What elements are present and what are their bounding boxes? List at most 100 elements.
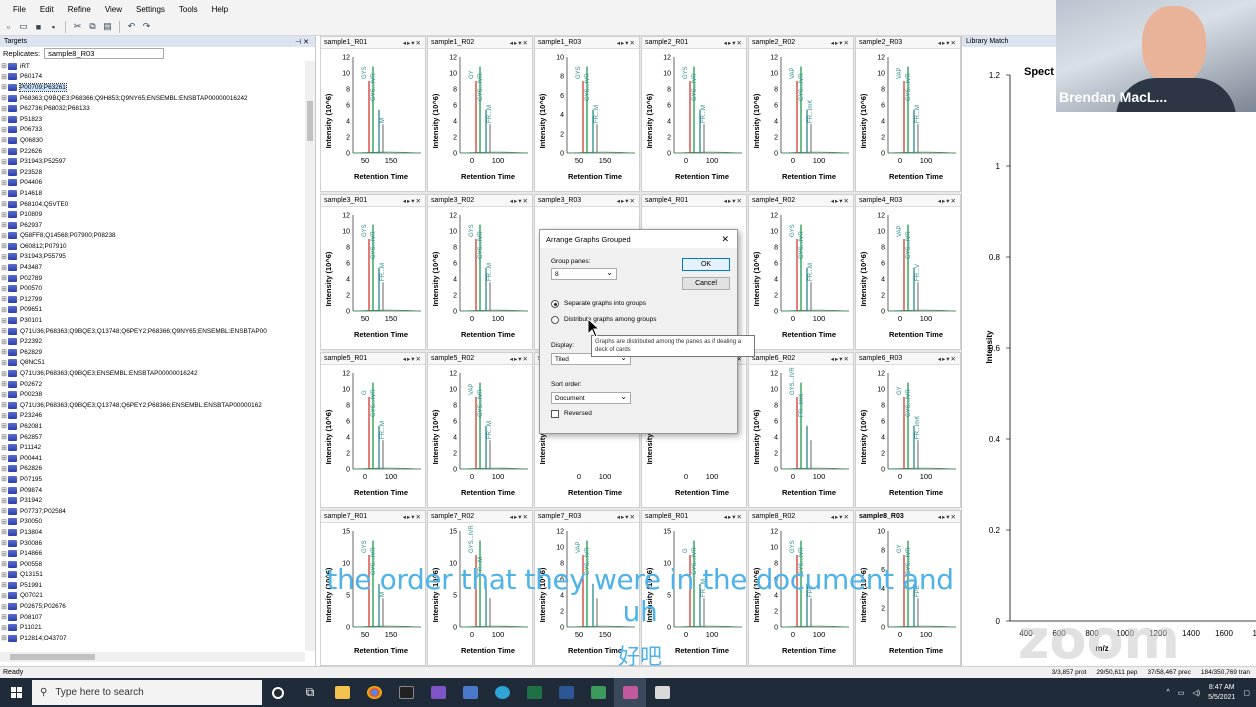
tree-item[interactable]: ⊞ P04406 [0, 178, 305, 189]
scroll-thumb[interactable] [307, 101, 313, 141]
clock[interactable]: 8:47 AM 5/5/2021 [1208, 683, 1235, 703]
pane-controls-icon[interactable]: ◂▸▾✕ [831, 39, 850, 47]
expand-icon[interactable]: ⊞ [0, 401, 8, 409]
expand-icon[interactable]: ⊞ [0, 603, 8, 611]
expand-icon[interactable]: ⊞ [0, 422, 8, 430]
app-icon[interactable] [454, 678, 486, 707]
tree-item[interactable]: ⊞ Q07021 [0, 591, 305, 602]
undo-icon[interactable]: ↶ [125, 20, 138, 33]
menu-settings[interactable]: Settings [129, 5, 172, 14]
pane-controls-icon[interactable]: ◂▸▾✕ [938, 39, 957, 47]
chromatogram-pane[interactable]: sample2_R02 ◂▸▾✕ Intensity (10^6) 12 10 8 6 4 2 0… [748, 36, 854, 192]
expand-icon[interactable]: ⊞ [0, 634, 8, 642]
tree-item[interactable]: ⊞ P62857 [0, 432, 305, 443]
tree-item[interactable]: ⊞ P30050 [0, 517, 305, 528]
tree-item[interactable]: ⊞ P23528 [0, 167, 305, 178]
pane-controls-icon[interactable]: ◂▸▾✕ [831, 513, 850, 521]
tree-item[interactable]: ⊞ P02672 [0, 379, 305, 390]
chromatogram-pane[interactable]: sample6_R02 ◂▸▾✕ Intensity (10^6) 12 10 8 6 4 2 0… [748, 352, 854, 508]
tree-item[interactable]: ⊞ Q06830 [0, 135, 305, 146]
pane-controls-icon[interactable]: ◂▸▾✕ [403, 355, 422, 363]
expand-icon[interactable]: ⊞ [0, 317, 8, 325]
chromatogram-pane[interactable]: sample1_R03 ◂▸▾✕ Intensity (10^6) 10 8 6 4 2 0 GY… [534, 36, 640, 192]
pane-controls-icon[interactable]: ◂▸▾✕ [938, 513, 957, 521]
tree-item[interactable]: ⊞ P68363;Q9BQE3;P68366;Q9H853;Q9NY65;ENSE… [0, 93, 305, 104]
expand-icon[interactable]: ⊞ [0, 285, 8, 293]
expand-icon[interactable]: ⊞ [0, 94, 8, 102]
skyline-active-icon[interactable] [614, 678, 646, 707]
sort-order-select[interactable]: Document [551, 391, 631, 404]
expand-icon[interactable]: ⊞ [0, 200, 8, 208]
close-icon[interactable]: ✕ [721, 234, 729, 245]
tree-item[interactable]: ⊞ P10809 [0, 209, 305, 220]
file-explorer-icon[interactable] [326, 678, 358, 707]
scroll-thumb[interactable] [10, 654, 95, 660]
expand-icon[interactable]: ⊞ [0, 211, 8, 219]
tree-item[interactable]: ⊞ P51823 [0, 114, 305, 125]
open-folder-icon[interactable]: ▭ [17, 20, 30, 33]
tree-item[interactable]: ⊞ P00709;P63261 [0, 82, 305, 93]
tree-item[interactable]: ⊞ P00570 [0, 283, 305, 294]
save-icon[interactable]: ■ [32, 20, 45, 33]
tree-item[interactable]: ⊞ P22392 [0, 336, 305, 347]
expand-icon[interactable]: ⊞ [0, 518, 8, 526]
tree-item[interactable]: ⊞ P12814;O43707 [0, 633, 305, 644]
tree-item[interactable]: ⊞ P31943;P55795 [0, 252, 305, 263]
redo-icon[interactable]: ↷ [140, 20, 153, 33]
expand-icon[interactable]: ⊞ [0, 560, 8, 568]
tree-item[interactable]: ⊞ Q71U36;P68363;Q9BQE3;Q13748;Q6PEY2;P683… [0, 400, 305, 411]
chromatogram-pane[interactable]: sample4_R03 ◂▸▾✕ Intensity (10^6) 12 10 8 6 4 2 0… [855, 194, 961, 350]
tree-item[interactable]: ⊞ Q13151 [0, 570, 305, 581]
tree-item[interactable]: ⊞ P14618 [0, 188, 305, 199]
expand-icon[interactable]: ⊞ [0, 370, 8, 378]
tree-item[interactable]: ⊞ P30086 [0, 538, 305, 549]
tree-item[interactable]: ⊞ P00238 [0, 389, 305, 400]
replicates-select[interactable]: sample8_R03 [44, 47, 165, 59]
menu-help[interactable]: Help [205, 5, 235, 14]
expand-icon[interactable]: ⊞ [0, 444, 8, 452]
chromatogram-pane[interactable]: sample2_R01 ◂▸▾✕ Intensity (10^6) 12 10 8 6 4 2 0… [641, 36, 747, 192]
tree-item[interactable]: ⊞ Q71U36;P68363;Q9BQE3;Q13748;Q6PEY2;P683… [0, 326, 305, 337]
expand-icon[interactable]: ⊞ [0, 126, 8, 134]
tree-item[interactable]: ⊞ P30101 [0, 315, 305, 326]
chrome-icon[interactable] [358, 678, 390, 707]
tree-item[interactable]: ⊞ Q8NC51 [0, 358, 305, 369]
expand-icon[interactable]: ⊞ [0, 465, 8, 473]
expand-icon[interactable]: ⊞ [0, 327, 8, 335]
expand-icon[interactable]: ⊞ [0, 105, 8, 113]
save-as-icon[interactable]: ▪ [47, 20, 60, 33]
menu-refine[interactable]: Refine [61, 5, 98, 14]
chevron-up-icon[interactable]: ^ [1166, 689, 1169, 696]
menu-view[interactable]: View [98, 5, 129, 14]
pane-controls-icon[interactable]: ◂▸▾✕ [403, 513, 422, 521]
tree-item[interactable]: ⊞ P14866 [0, 548, 305, 559]
tree-item[interactable]: ⊞ Q58FF8;Q14568;P07900;P08238 [0, 231, 305, 242]
tree-item[interactable]: ⊞ P09651 [0, 305, 305, 316]
expand-icon[interactable]: ⊞ [0, 73, 8, 81]
tree-item[interactable]: ⊞ P23246 [0, 411, 305, 422]
menu-file[interactable]: File [6, 5, 33, 14]
expand-icon[interactable]: ⊞ [0, 115, 8, 123]
tree-item[interactable]: ⊞ P62736;P68032;P68133 [0, 103, 305, 114]
tree-item[interactable]: ⊞ P62081 [0, 421, 305, 432]
expand-icon[interactable]: ⊞ [0, 380, 8, 388]
tree-item[interactable]: ⊞ P11142 [0, 442, 305, 453]
excel-icon[interactable] [518, 678, 550, 707]
tree-item[interactable]: ⊞ P00441 [0, 453, 305, 464]
pane-controls-icon[interactable]: ◂▸▾✕ [724, 513, 743, 521]
network-icon[interactable]: ▭ [1178, 689, 1185, 697]
expand-icon[interactable]: ⊞ [0, 338, 8, 346]
tree-item[interactable]: ⊞ P31942 [0, 495, 305, 506]
expand-icon[interactable]: ⊞ [0, 528, 8, 536]
tree-item[interactable]: ⊞ iRT [0, 61, 305, 72]
pane-controls-icon[interactable]: ◂▸▾✕ [510, 39, 529, 47]
tree-item[interactable]: ⊞ P02789 [0, 273, 305, 284]
chromatogram-pane[interactable]: sample5_R01 ◂▸▾✕ Intensity (10^6) 12 10 8 6 4 2 0… [320, 352, 426, 508]
tree-item[interactable]: ⊞ P31943;P52597 [0, 156, 305, 167]
tree-item[interactable]: ⊞ P62829 [0, 347, 305, 358]
terminal-icon[interactable] [390, 678, 422, 707]
cut-icon[interactable]: ✂ [71, 20, 84, 33]
pane-controls-icon[interactable]: ◂▸▾✕ [510, 197, 529, 205]
tree-item[interactable]: ⊞ P62826 [0, 464, 305, 475]
pane-controls-icon[interactable]: ◂▸▾✕ [617, 39, 636, 47]
